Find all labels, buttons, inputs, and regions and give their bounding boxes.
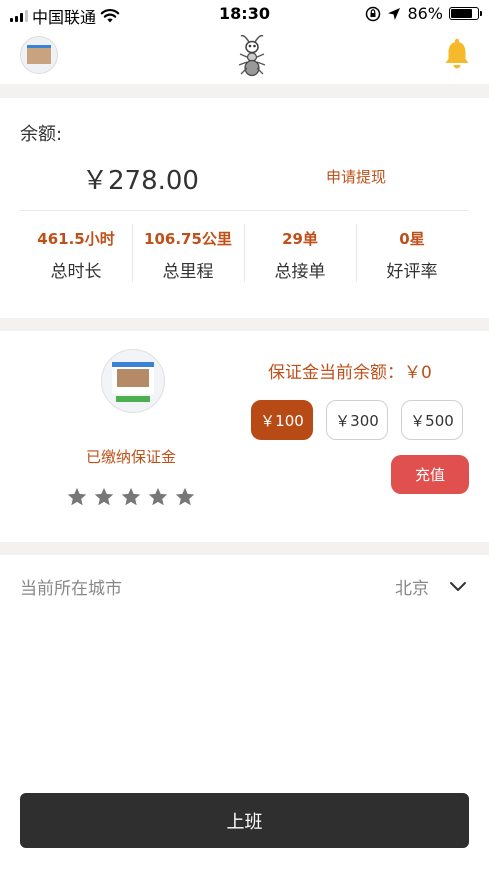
deposit-balance-label: 保证金当前余额：￥0: [268, 363, 432, 383]
balance-label: 余额:: [20, 124, 63, 145]
stat-value: 106.75公里: [144, 230, 232, 248]
star-icon: [94, 487, 114, 506]
stat-value: 461.5小时: [37, 230, 115, 248]
user-avatar[interactable]: [20, 36, 58, 74]
status-bar: 中国联通 18:30 86%: [0, 0, 489, 28]
stat-total-orders: 29单 总接单: [244, 222, 356, 284]
divider: [20, 210, 468, 211]
city-label: 当前所在城市: [20, 579, 122, 599]
deposit-option-500[interactable]: ￥500: [401, 400, 463, 440]
stat-label: 总里程: [162, 262, 214, 282]
ant-logo-icon: [238, 34, 266, 77]
stat-label: 总接单: [274, 262, 326, 282]
location-arrow-icon: [388, 7, 401, 20]
stat-value: 0星: [399, 230, 425, 248]
stat-label: 总时长: [50, 262, 102, 282]
driver-avatar[interactable]: [101, 349, 165, 413]
stats-row: 461.5小时 总时长 106.75公里 总里程 29单 总接单 0星 好评率: [20, 222, 468, 284]
stat-label: 好评率: [386, 262, 438, 282]
section-divider: [0, 318, 489, 331]
stat-value: 29单: [282, 230, 318, 248]
status-right: 86%: [365, 4, 482, 23]
stat-total-distance: 106.75公里 总里程: [132, 222, 244, 284]
battery-percent: 86%: [407, 4, 443, 23]
section-divider: [0, 84, 489, 98]
deposit-option-300[interactable]: ￥300: [326, 400, 388, 440]
section-divider: [0, 542, 489, 555]
star-icon: [148, 487, 168, 506]
chevron-down-icon[interactable]: [448, 578, 468, 596]
star-icon: [175, 487, 195, 506]
star-icon: [121, 487, 141, 506]
battery-icon: [449, 7, 482, 20]
nav-bar: [0, 30, 489, 82]
deposit-option-100[interactable]: ￥100: [251, 400, 313, 440]
deposit-paid-label: 已缴纳保证金: [86, 448, 177, 466]
start-shift-button[interactable]: 上班: [20, 793, 469, 848]
withdraw-link[interactable]: 申请提现: [326, 166, 386, 187]
stat-rating: 0星 好评率: [356, 222, 468, 284]
rating-stars: [66, 486, 196, 508]
star-icon: [67, 487, 87, 506]
city-value[interactable]: 北京: [395, 574, 429, 599]
screen-lock-icon: [366, 6, 381, 21]
recharge-button[interactable]: 充值: [391, 455, 469, 494]
bell-icon[interactable]: [444, 38, 470, 70]
balance-amount: ￥278.00: [82, 166, 199, 196]
stat-total-hours: 461.5小时 总时长: [20, 222, 132, 284]
